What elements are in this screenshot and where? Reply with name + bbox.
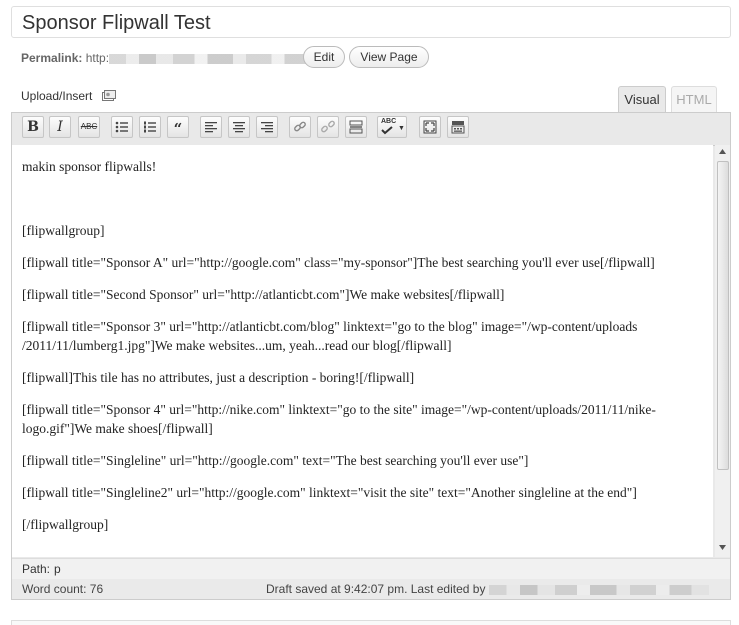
editor-content[interactable]: makin sponsor flipwalls! [flipwallgroup]… (12, 145, 713, 557)
content-line: [flipwall title="Sponsor A" url="http://… (22, 255, 655, 270)
title-field[interactable]: Sponsor Flipwall Test (11, 6, 731, 38)
post-title[interactable]: Sponsor Flipwall Test (22, 11, 211, 35)
italic-icon: I (57, 119, 63, 135)
content-line: makin sponsor flipwalls! (22, 159, 157, 174)
spellcheck-icon: ABC (381, 118, 397, 125)
strikethrough-button[interactable]: ABC (78, 116, 100, 138)
bullet-list-button[interactable] (111, 116, 133, 138)
bold-button[interactable]: B (22, 116, 44, 138)
align-center-icon (233, 122, 245, 133)
permalink-label: Permalink: (21, 51, 83, 65)
scroll-up-icon[interactable] (719, 149, 726, 154)
content-line: logo.gif"]We make shoes[/flipwall] (22, 421, 213, 436)
align-center-button[interactable] (228, 116, 250, 138)
content-line: [flipwall title="Sponsor 3" url="http://… (22, 319, 638, 334)
content-line: /2011/11/lumberg1.jpg"]We make websites.… (22, 338, 452, 353)
path-element[interactable]: p (54, 559, 61, 579)
link-icon (294, 121, 306, 132)
insert-more-button[interactable] (345, 116, 367, 138)
edit-permalink-button[interactable]: Edit (303, 46, 345, 68)
path-label: Path: (22, 562, 51, 576)
blockquote-button[interactable]: “ (167, 116, 189, 138)
scroll-down-icon[interactable] (719, 545, 726, 550)
word-count: Word count: 76 (22, 582, 104, 596)
path-bar: Path: p (12, 558, 730, 579)
fullscreen-button[interactable] (419, 116, 441, 138)
align-right-icon (261, 122, 273, 133)
upload-insert-label: Upload/Insert (21, 89, 93, 103)
content-line: [flipwall title="Singleline" url="http:/… (22, 453, 529, 468)
align-left-button[interactable] (200, 116, 222, 138)
content-line: [/flipwallgroup] (22, 517, 109, 532)
numbered-list-button[interactable] (139, 116, 161, 138)
checkmark-icon (381, 126, 393, 135)
unlink-icon (321, 120, 335, 133)
more-tag-icon (349, 120, 363, 134)
tab-html[interactable]: HTML (671, 86, 717, 113)
view-page-button[interactable]: View Page (349, 46, 429, 68)
insert-link-button[interactable] (289, 116, 311, 138)
permalink-url-blurred[interactable] (109, 53, 324, 64)
bullet-list-icon (115, 121, 128, 133)
media-icon[interactable] (102, 90, 116, 102)
content-line: [flipwall title="Singleline2" url="http:… (22, 485, 637, 500)
kitchen-sink-button[interactable] (447, 116, 469, 138)
editor-name-blurred (488, 584, 709, 595)
permalink-row: Permalink: http: (21, 48, 324, 68)
blockquote-icon: “ (173, 120, 183, 138)
tab-visual[interactable]: Visual (618, 86, 666, 113)
chevron-down-icon[interactable]: ▼ (398, 124, 405, 133)
align-left-icon (205, 122, 217, 133)
bold-icon: B (27, 119, 39, 135)
permalink-prefix: http: (85, 51, 110, 65)
content-line: [flipwall title="Second Sponsor" url="ht… (22, 287, 505, 302)
spellcheck-button[interactable]: ABC ▼ (377, 116, 407, 138)
editor-toolbar: B I ABC “ ABC ▼ (12, 113, 730, 146)
editor-scrollbar[interactable] (715, 145, 730, 557)
content-line: [flipwall title="Sponsor 4" url="http://… (22, 402, 656, 417)
strikethrough-icon: ABC (80, 122, 98, 131)
fullscreen-icon (423, 120, 437, 134)
post-editor: B I ABC “ ABC ▼ makin sponsor flipwalls!… (11, 112, 731, 600)
content-line: [flipwallgroup] (22, 223, 105, 238)
unlink-button[interactable] (317, 116, 339, 138)
kitchen-sink-icon (451, 121, 465, 134)
next-box-edge (11, 620, 731, 625)
content-line: [flipwall]This tile has no attributes, j… (22, 370, 415, 385)
draft-saved-status: Draft saved at 9:42:07 pm. Last edited b… (266, 579, 709, 599)
numbered-list-icon (144, 121, 156, 133)
status-bar: Word count: 76 Draft saved at 9:42:07 pm… (12, 579, 730, 599)
scroll-thumb[interactable] (717, 161, 729, 470)
align-right-button[interactable] (256, 116, 278, 138)
italic-button[interactable]: I (49, 116, 71, 138)
